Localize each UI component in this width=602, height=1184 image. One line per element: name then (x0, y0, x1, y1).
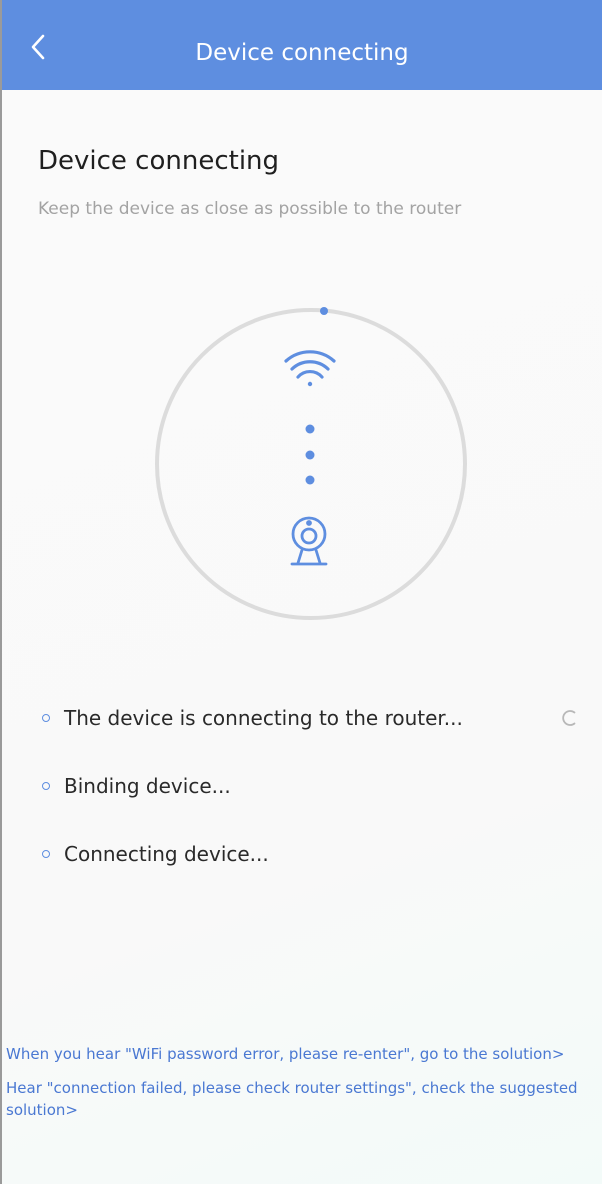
wifi-password-error-link[interactable]: When you hear "WiFi password error, plea… (6, 1043, 596, 1065)
step-label: The device is connecting to the router..… (64, 706, 463, 730)
header-title: Device connecting (195, 40, 409, 66)
wifi-icon (284, 350, 336, 387)
help-links: When you hear "WiFi password error, plea… (6, 1043, 596, 1133)
connection-dots (305, 424, 315, 485)
step-bullet (42, 850, 50, 858)
progress-ring (155, 308, 467, 620)
connection-failed-link[interactable]: Hear "connection failed, please check ro… (6, 1077, 596, 1121)
step-item-connecting: Connecting device... (38, 836, 588, 872)
connection-animation (152, 305, 470, 623)
loading-spinner-icon (562, 710, 576, 726)
top-bar: Device connecting (2, 0, 602, 90)
page-subtitle: Keep the device as close as possible to … (38, 199, 462, 219)
device-connecting-screen: Device connecting Device connecting Keep… (0, 0, 602, 1184)
step-bullet (42, 782, 50, 790)
step-list: The device is connecting to the router..… (38, 700, 588, 904)
step-item-binding: Binding device... (38, 768, 588, 804)
camera-icon (290, 516, 328, 566)
chevron-left-icon (31, 34, 45, 60)
step-item-router: The device is connecting to the router..… (38, 700, 588, 736)
step-label: Connecting device... (64, 842, 269, 866)
step-label: Binding device... (64, 774, 231, 798)
progress-ring-marker (320, 307, 328, 315)
back-button[interactable] (16, 25, 60, 69)
page-title: Device connecting (38, 146, 280, 176)
step-bullet (42, 714, 50, 722)
